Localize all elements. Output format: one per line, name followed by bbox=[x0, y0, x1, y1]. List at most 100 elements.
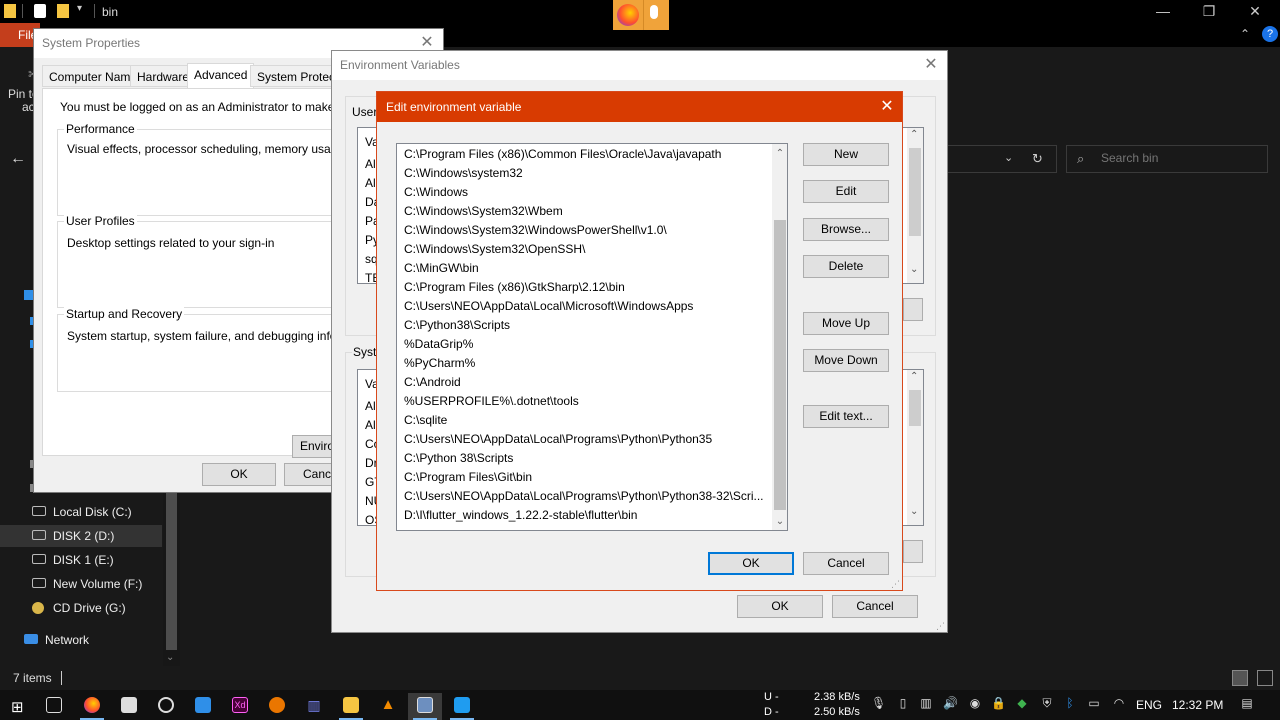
system-list-scrollbar[interactable]: ⌃ ⌄ bbox=[907, 370, 923, 525]
scrollbar-thumb[interactable] bbox=[909, 390, 921, 426]
scroll-down-icon[interactable]: ⌄ bbox=[166, 652, 174, 663]
list-item[interactable]: D:\I\flutter_windows_1.22.2-stable\flutt… bbox=[397, 506, 772, 525]
ok-button[interactable]: OK bbox=[202, 463, 276, 486]
taskbar-app-firefox[interactable] bbox=[75, 693, 109, 720]
nav-item-network[interactable]: Network bbox=[0, 629, 162, 651]
search-input[interactable] bbox=[1101, 151, 1261, 165]
minimize-icon[interactable]: — bbox=[1140, 0, 1186, 23]
list-item[interactable]: C:\sqlite bbox=[397, 411, 772, 430]
ok-button[interactable]: OK bbox=[708, 552, 794, 575]
list-item[interactable]: %DataGrip% bbox=[397, 335, 772, 354]
list-item[interactable]: C:\Windows bbox=[397, 183, 772, 202]
expand-ribbon-icon[interactable]: ⌃ bbox=[1240, 27, 1250, 41]
taskbar-app-system-properties[interactable] bbox=[408, 693, 442, 720]
notification-center-icon[interactable]: ▤ bbox=[1240, 696, 1254, 710]
bluetooth-icon[interactable]: ᛒ bbox=[1063, 696, 1077, 710]
list-item[interactable]: Al bbox=[365, 157, 376, 171]
close-icon[interactable]: ✕ bbox=[1232, 0, 1278, 23]
back-arrow-icon[interactable]: ← bbox=[10, 150, 26, 168]
list-item[interactable]: C:\Program Files (x86)\GtkSharp\2.12\bin bbox=[397, 278, 772, 297]
list-item[interactable]: C:\Users\NEO\AppData\Local\Programs\Pyth… bbox=[397, 430, 772, 449]
scrollbar-thumb[interactable] bbox=[909, 148, 921, 236]
resize-grip-icon[interactable]: ⋰ bbox=[936, 621, 945, 632]
list-item[interactable]: Al bbox=[365, 418, 376, 432]
list-item[interactable]: C:\Windows\System32\Wbem bbox=[397, 202, 772, 221]
wifi-icon[interactable]: ◠ bbox=[1112, 696, 1126, 710]
firefox-sharing-indicator[interactable] bbox=[613, 0, 669, 30]
media-icon[interactable]: ◉ bbox=[968, 696, 982, 710]
list-item[interactable]: C:\Program Files\Git\bin bbox=[397, 468, 772, 487]
address-bar[interactable]: ⌄ ↻ bbox=[945, 145, 1057, 173]
list-item[interactable]: C:\Windows\system32 bbox=[397, 164, 772, 183]
nav-item-disk1-e[interactable]: DISK 1 (E:) bbox=[0, 549, 162, 571]
edit-text-button[interactable]: Edit text... bbox=[803, 405, 889, 428]
taskbar-app-vscode[interactable] bbox=[445, 693, 479, 720]
list-item[interactable]: C:\Users\NEO\AppData\Local\Programs\Pyth… bbox=[397, 487, 772, 506]
path-list[interactable]: C:\Program Files (x86)\Common Files\Orac… bbox=[396, 143, 788, 531]
new-folder-icon[interactable] bbox=[57, 4, 69, 18]
move-down-button[interactable]: Move Down bbox=[803, 349, 889, 372]
scroll-down-icon[interactable]: ⌄ bbox=[910, 264, 918, 275]
usb-icon[interactable]: ▯ bbox=[896, 696, 910, 710]
edit-button[interactable]: Edit bbox=[803, 180, 889, 203]
scroll-up-icon[interactable]: ⌃ bbox=[772, 145, 787, 162]
list-item[interactable]: C:\Users\NEO\AppData\Local\Microsoft\Win… bbox=[397, 297, 772, 316]
list-item[interactable]: Al bbox=[365, 176, 376, 190]
nav-scrollbar-thumb[interactable] bbox=[166, 470, 177, 650]
volume-icon[interactable]: 🔊 bbox=[943, 696, 958, 710]
cancel-button[interactable]: Cancel bbox=[832, 595, 918, 618]
move-up-button[interactable]: Move Up bbox=[803, 312, 889, 335]
scroll-up-icon[interactable]: ⌃ bbox=[910, 129, 918, 140]
nav-item-new-volume-f[interactable]: New Volume (F:) bbox=[0, 573, 162, 595]
scrollbar-thumb[interactable] bbox=[774, 220, 786, 510]
scroll-down-icon[interactable]: ⌄ bbox=[910, 506, 918, 517]
scroll-down-icon[interactable]: ⌄ bbox=[772, 513, 787, 530]
system-delete-button-edge[interactable] bbox=[903, 540, 923, 563]
taskbar-app-xd[interactable]: Xd bbox=[223, 693, 257, 720]
list-item[interactable]: C:\Windows\System32\OpenSSH\ bbox=[397, 240, 772, 259]
properties-icon[interactable] bbox=[34, 4, 46, 18]
equalizer-icon[interactable]: ▥ bbox=[919, 696, 933, 710]
list-item[interactable]: C:\Android bbox=[397, 373, 772, 392]
ok-button[interactable]: OK bbox=[737, 595, 823, 618]
taskbar-app-vlc[interactable]: ▲ bbox=[371, 693, 405, 720]
microphone-icon[interactable]: 🎙 bbox=[871, 696, 886, 710]
path-list-scrollbar[interactable]: ⌃ ⌄ bbox=[772, 144, 787, 530]
list-item[interactable]: C:\MinGW\bin bbox=[397, 259, 772, 278]
list-item[interactable]: C:\Windows\System32\WindowsPowerShell\v1… bbox=[397, 221, 772, 240]
list-item[interactable]: %PyCharm% bbox=[397, 354, 772, 373]
search-box[interactable]: ⌕ bbox=[1066, 145, 1268, 173]
language-indicator[interactable]: ENG bbox=[1136, 698, 1162, 712]
taskbar-app-audio[interactable]: ▥ bbox=[297, 693, 331, 720]
list-item[interactable]: C:\Program Files (x86)\Common Files\Orac… bbox=[397, 145, 772, 164]
close-icon[interactable]: ✕ bbox=[874, 94, 900, 120]
large-icons-view-icon[interactable] bbox=[1257, 670, 1273, 686]
shield-icon[interactable]: ⛨ bbox=[1040, 696, 1054, 710]
resize-grip-icon[interactable]: ⋰ bbox=[891, 579, 900, 590]
restore-icon[interactable]: ❐ bbox=[1186, 0, 1232, 23]
browse-button[interactable]: Browse... bbox=[803, 218, 889, 241]
battery-icon[interactable]: ▭ bbox=[1087, 696, 1101, 710]
customize-quick-access-icon[interactable]: ▾ bbox=[77, 3, 82, 14]
user-list-scrollbar[interactable]: ⌃ ⌄ bbox=[907, 128, 923, 283]
nav-item-cd-drive-g[interactable]: CD Drive (G:) bbox=[0, 597, 162, 619]
details-view-icon[interactable] bbox=[1232, 670, 1248, 686]
taskbar-app-blender[interactable] bbox=[260, 693, 294, 720]
nav-item-local-disk-c[interactable]: Local Disk (C:) bbox=[0, 501, 162, 523]
delete-button[interactable]: Delete bbox=[803, 255, 889, 278]
address-dropdown-icon[interactable]: ⌄ bbox=[1004, 151, 1013, 164]
taskbar-app-azure[interactable] bbox=[186, 693, 220, 720]
lock-icon[interactable]: 🔒 bbox=[991, 696, 1006, 710]
start-button[interactable]: ⊞ bbox=[0, 693, 34, 720]
list-item[interactable]: %USERPROFILE%\.dotnet\tools bbox=[397, 392, 772, 411]
antivirus-icon[interactable]: ◆ bbox=[1015, 696, 1029, 710]
taskbar-app-file-explorer[interactable] bbox=[334, 693, 368, 720]
help-icon[interactable]: ? bbox=[1262, 26, 1278, 42]
list-item[interactable]: C:\Python38\Scripts bbox=[397, 316, 772, 335]
cancel-button[interactable]: Cancel bbox=[803, 552, 889, 575]
refresh-icon[interactable]: ↻ bbox=[1032, 151, 1043, 167]
tab-computer-name[interactable]: Computer Name bbox=[42, 65, 145, 87]
new-button[interactable]: New bbox=[803, 143, 889, 166]
taskbar-app-epic[interactable] bbox=[112, 693, 146, 720]
scroll-up-icon[interactable]: ⌃ bbox=[910, 371, 918, 382]
